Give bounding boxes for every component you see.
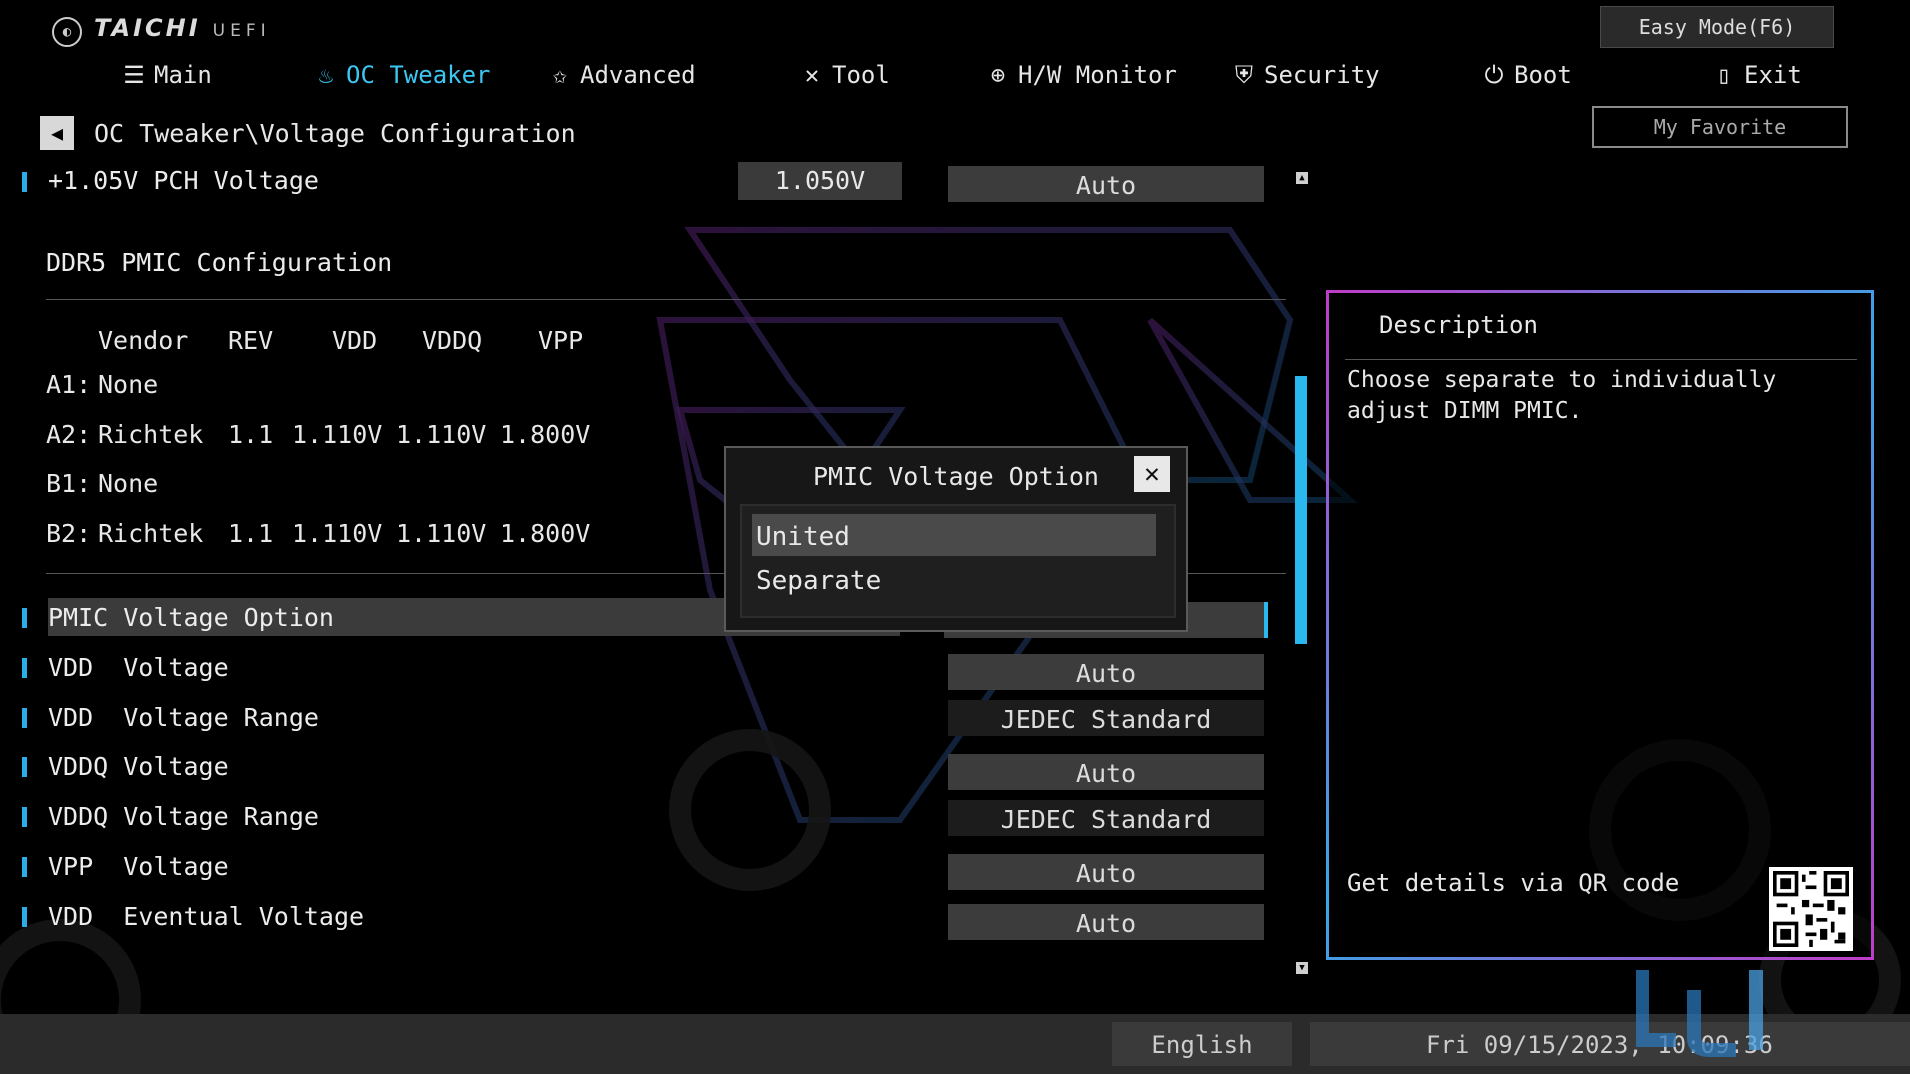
pmic-vpp: 1.800V xyxy=(500,420,591,449)
setting-label[interactable]: VDDQ Voltage xyxy=(48,752,229,781)
option-list: United Separate xyxy=(740,504,1176,618)
tab-advanced[interactable]: ✩ Advanced xyxy=(548,58,696,92)
pch-voltage-label: +1.05V PCH Voltage xyxy=(48,166,319,195)
breadcrumb-path: OC Tweaker\Voltage Configuration xyxy=(94,118,576,148)
pmic-slot: A1: xyxy=(46,370,92,399)
crosshair-icon: ⊕ xyxy=(990,61,1006,89)
option-separate[interactable]: Separate xyxy=(752,558,1156,600)
tab-exit[interactable]: ▯ Exit xyxy=(1712,58,1802,92)
exit-icon: ▯ xyxy=(1716,61,1732,89)
pmic-rev: 1.1 xyxy=(228,519,274,548)
pmic-slot: B2: xyxy=(46,519,92,548)
shield-icon: ⛨ xyxy=(1235,61,1253,89)
pmic-vendor: Richtek xyxy=(98,420,204,449)
breadcrumb: ◀ OC Tweaker\Voltage Configuration xyxy=(40,116,576,150)
setting-value[interactable]: Auto xyxy=(948,654,1264,690)
setting-value[interactable]: Auto xyxy=(948,754,1264,790)
row-marker xyxy=(22,807,27,827)
row-marker xyxy=(22,172,27,192)
watermark-logo xyxy=(1635,950,1906,1068)
divider xyxy=(1345,359,1857,360)
status-bar: English Fri 09/15/2023, 10:09:36 xyxy=(0,1014,1910,1074)
setting-value[interactable]: JEDEC Standard xyxy=(948,800,1264,836)
row-marker xyxy=(22,857,27,877)
pmic-slot: B1: xyxy=(46,469,92,498)
pmic-vdd: 1.110V xyxy=(292,519,383,548)
tab-boot[interactable]: ⏻ Boot xyxy=(1482,58,1572,92)
pmic-vendor: None xyxy=(98,469,159,498)
pmic-header-vendor: Vendor xyxy=(98,326,189,355)
pmic-header-vddq: VDDQ xyxy=(422,326,483,355)
row-marker xyxy=(22,907,27,927)
setting-value[interactable]: Auto xyxy=(948,854,1264,890)
pmic-vendor: Richtek xyxy=(98,519,204,548)
tab-hw-monitor[interactable]: ⊕ H/W Monitor xyxy=(986,58,1177,92)
setting-label[interactable]: VDD Voltage xyxy=(48,653,229,682)
section-title: DDR5 PMIC Configuration xyxy=(46,248,393,277)
description-title: Description xyxy=(1379,311,1538,339)
setting-value[interactable]: JEDEC Standard xyxy=(948,700,1264,736)
pmic-header-vdd: VDD xyxy=(332,326,378,355)
my-favorite-button[interactable]: My Favorite xyxy=(1592,106,1848,148)
pch-voltage-value[interactable]: Auto xyxy=(948,166,1264,202)
uefi-label: UEFI xyxy=(212,21,271,41)
qr-code-icon xyxy=(1769,867,1853,951)
row-marker xyxy=(22,608,27,628)
row-marker xyxy=(22,757,27,777)
tools-icon: ✕ xyxy=(804,61,820,89)
option-united[interactable]: United xyxy=(752,514,1156,556)
tab-tool[interactable]: ✕ Tool xyxy=(800,58,890,92)
list-icon: ☰ xyxy=(123,61,145,89)
flame-icon: ♨ xyxy=(318,61,334,89)
setting-label[interactable]: VDD Voltage Range xyxy=(48,703,319,732)
scrollbar-thumb[interactable] xyxy=(1295,376,1307,644)
taichi-logo-icon: ◐ xyxy=(52,17,82,47)
setting-label[interactable]: VPP Voltage xyxy=(48,852,229,881)
divider xyxy=(46,299,1286,300)
back-arrow-icon[interactable]: ◀ xyxy=(40,116,74,150)
pmic-vpp: 1.800V xyxy=(500,519,591,548)
power-icon: ⏻ xyxy=(1484,61,1504,89)
setting-label[interactable]: VDDQ Voltage Range xyxy=(48,802,319,831)
tab-main[interactable]: ☰ Main xyxy=(122,58,212,92)
pmic-slot: A2: xyxy=(46,420,92,449)
brand-name: TAICHI xyxy=(94,14,201,42)
tab-oc-tweaker[interactable]: ♨ OC Tweaker xyxy=(314,58,491,92)
pmic-header-rev: REV xyxy=(228,326,274,355)
setting-value[interactable]: Auto xyxy=(948,904,1264,940)
star-icon: ✩ xyxy=(552,61,568,89)
easy-mode-button[interactable]: Easy Mode(F6) xyxy=(1600,6,1834,48)
row-marker xyxy=(22,708,27,728)
description-text: Choose separate to individually adjust D… xyxy=(1347,367,1777,424)
pmic-vddq: 1.110V xyxy=(396,420,487,449)
scroll-down-icon[interactable]: ▼ xyxy=(1296,962,1308,974)
pmic-header-vpp: VPP xyxy=(538,326,584,355)
close-icon[interactable]: ✕ xyxy=(1134,456,1170,492)
tab-security[interactable]: ⛨ Security xyxy=(1232,58,1380,92)
setting-label[interactable]: VDD Eventual Voltage xyxy=(48,902,364,931)
pmic-vddq: 1.110V xyxy=(396,519,487,548)
taichi-logo: ◐ TAICHI UEFI xyxy=(52,14,271,47)
row-marker xyxy=(22,658,27,678)
pmic-voltage-option-dialog: PMIC Voltage Option ✕ United Separate xyxy=(724,446,1188,632)
pmic-vendor: None xyxy=(98,370,159,399)
dialog-title: PMIC Voltage Option xyxy=(813,462,1099,491)
pmic-rev: 1.1 xyxy=(228,420,274,449)
pch-voltage-current: 1.050V xyxy=(738,162,902,200)
scroll-up-icon[interactable]: ▲ xyxy=(1296,172,1308,184)
language-selector[interactable]: English xyxy=(1112,1022,1292,1066)
description-panel: Description Choose separate to individua… xyxy=(1326,290,1874,960)
setting-label[interactable]: PMIC Voltage Option xyxy=(48,603,334,632)
qr-caption: Get details via QR code xyxy=(1347,869,1680,897)
pmic-vdd: 1.110V xyxy=(292,420,383,449)
